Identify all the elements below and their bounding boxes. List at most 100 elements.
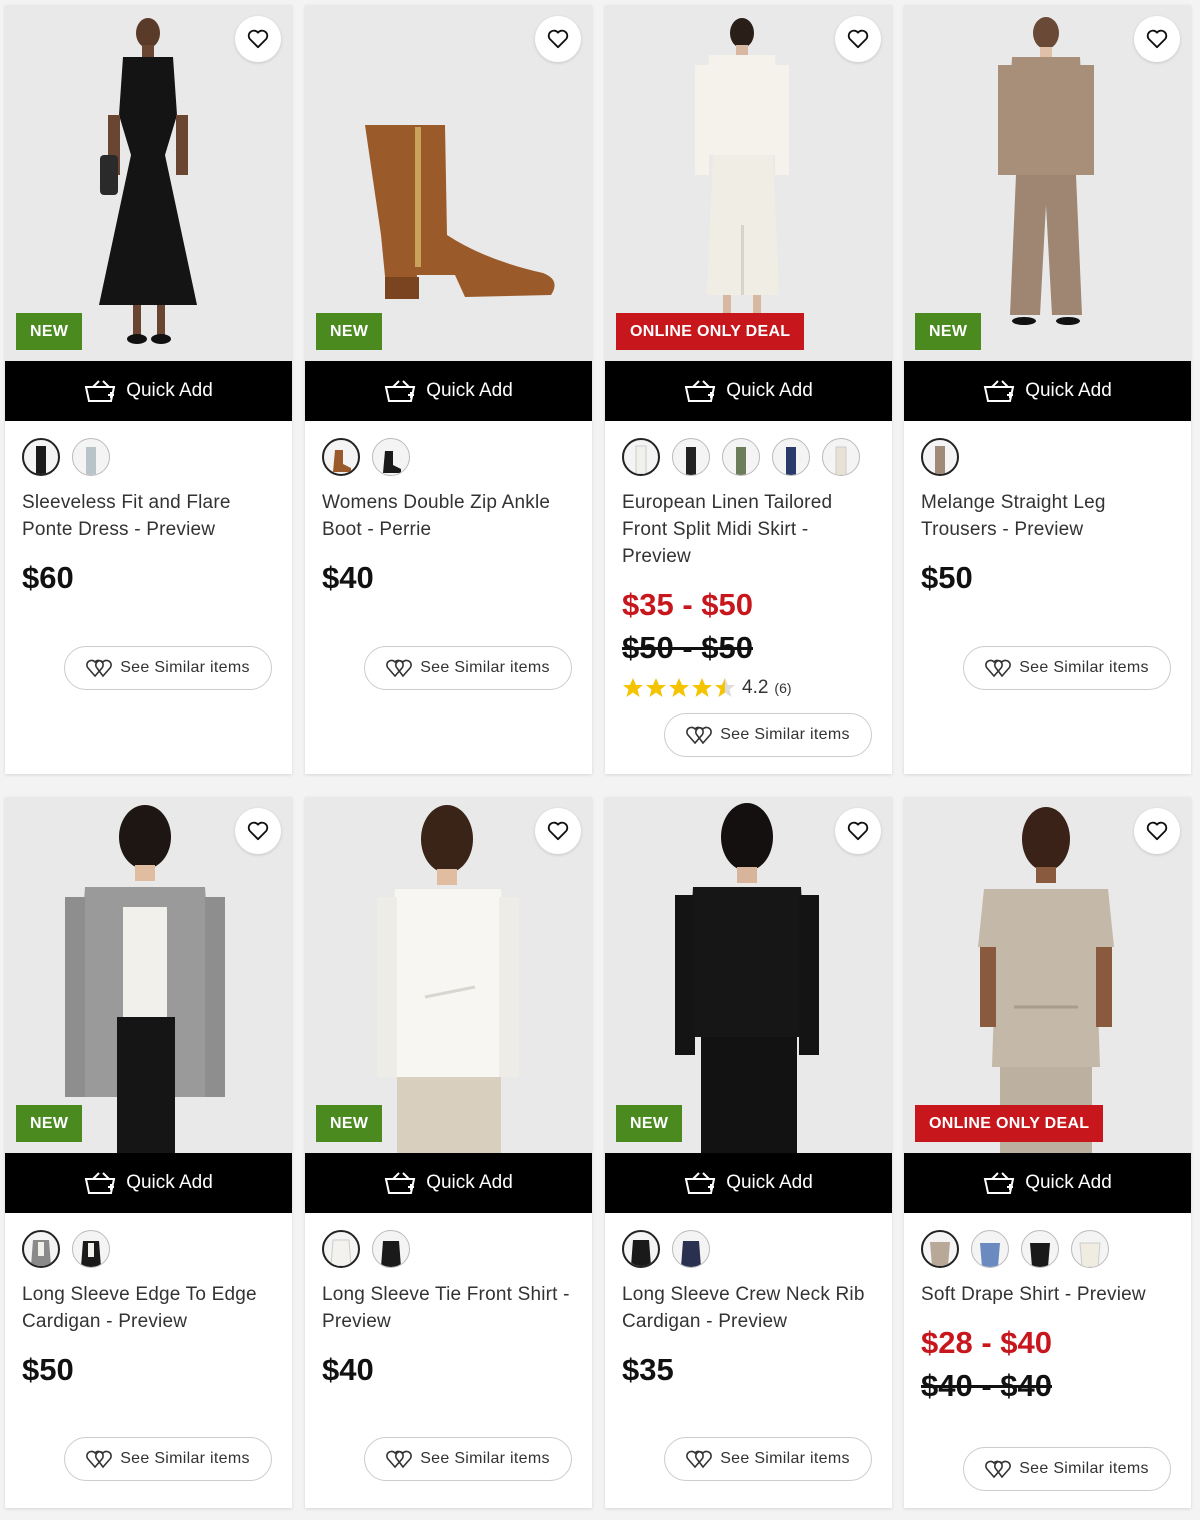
color-swatch[interactable] — [971, 1230, 1009, 1268]
product-image[interactable]: NEW — [904, 5, 1191, 361]
see-similar-button[interactable]: See Similar items — [64, 1437, 272, 1481]
heart-icon — [1146, 29, 1168, 49]
color-swatch[interactable] — [372, 438, 410, 476]
product-image[interactable]: NEW — [305, 797, 592, 1153]
quick-add-button[interactable]: Quick Add — [5, 1153, 292, 1213]
product-title[interactable]: Soft Drape Shirt - Preview — [921, 1281, 1176, 1308]
rating-count[interactable]: (6) — [774, 680, 791, 696]
see-similar-button[interactable]: See Similar items — [664, 713, 872, 757]
product-title[interactable]: Womens Double Zip Ankle Boot - Perrie — [322, 489, 577, 543]
heart-icon — [247, 821, 269, 841]
basket-icon — [384, 1172, 416, 1194]
product-card[interactable]: ONLINE ONLY DEAL Quick Add European Line… — [605, 5, 892, 774]
quick-add-button[interactable]: Quick Add — [305, 361, 592, 421]
color-swatches — [22, 1230, 122, 1268]
product-card[interactable]: NEW Quick Add Long Sleeve Crew Neck Rib … — [605, 797, 892, 1508]
see-similar-button[interactable]: See Similar items — [364, 1437, 572, 1481]
color-swatch[interactable] — [322, 1230, 360, 1268]
product-title[interactable]: Melange Straight Leg Trousers - Preview — [921, 489, 1176, 543]
see-similar-button[interactable]: See Similar items — [364, 646, 572, 690]
product-card[interactable]: NEW Quick Add Womens Double Zip Ankle Bo… — [305, 5, 592, 774]
wishlist-button[interactable] — [235, 16, 281, 62]
see-similar-button[interactable]: See Similar items — [664, 1437, 872, 1481]
color-swatch[interactable] — [1021, 1230, 1059, 1268]
wishlist-button[interactable] — [835, 808, 881, 854]
color-swatches — [322, 1230, 422, 1268]
heart-icon — [547, 29, 569, 49]
quick-add-button[interactable]: Quick Add — [904, 361, 1191, 421]
wishlist-button[interactable] — [1134, 808, 1180, 854]
color-swatch[interactable] — [1071, 1230, 1109, 1268]
product-image[interactable]: ONLINE ONLY DEAL — [605, 5, 892, 361]
product-card[interactable]: NEW Quick Add Long Sleeve Tie Front Shir… — [305, 797, 592, 1508]
wishlist-button[interactable] — [535, 808, 581, 854]
product-title[interactable]: Long Sleeve Tie Front Shirt - Preview — [322, 1281, 577, 1335]
product-image[interactable]: NEW — [5, 797, 292, 1153]
product-card[interactable]: ONLINE ONLY DEAL Quick Add Soft Drape Sh… — [904, 797, 1191, 1508]
color-swatches — [921, 1230, 1121, 1268]
product-rating: 4.2 (6) — [622, 677, 792, 699]
wishlist-button[interactable] — [535, 16, 581, 62]
product-price: $60 — [22, 560, 74, 595]
basket-icon — [983, 380, 1015, 402]
product-title[interactable]: Sleeveless Fit and Flare Ponte Dress - P… — [22, 489, 277, 543]
color-swatch[interactable] — [822, 438, 860, 476]
color-swatch[interactable] — [921, 438, 959, 476]
quick-add-label: Quick Add — [426, 380, 513, 401]
product-card[interactable]: NEW Quick Add Sleeveless Fit and Flare P… — [5, 5, 292, 774]
color-swatches — [622, 438, 872, 476]
original-price: $40 - $40 — [921, 1368, 1052, 1403]
quick-add-label: Quick Add — [126, 1172, 213, 1193]
color-swatch[interactable] — [772, 438, 810, 476]
basket-icon — [84, 380, 116, 402]
product-title[interactable]: European Linen Tailored Front Split Midi… — [622, 489, 877, 570]
similar-hearts-icon — [985, 1460, 1012, 1479]
quick-add-label: Quick Add — [726, 1172, 813, 1193]
rating-value: 4.2 — [742, 677, 769, 698]
color-swatch[interactable] — [672, 1230, 710, 1268]
wishlist-button[interactable] — [235, 808, 281, 854]
color-swatch[interactable] — [672, 438, 710, 476]
color-swatch[interactable] — [921, 1230, 959, 1268]
basket-icon — [684, 1172, 716, 1194]
similar-hearts-icon — [386, 659, 413, 678]
wishlist-button[interactable] — [835, 16, 881, 62]
product-image[interactable]: NEW — [305, 5, 592, 361]
product-title[interactable]: Long Sleeve Edge To Edge Cardigan - Prev… — [22, 1281, 277, 1335]
see-similar-label: See Similar items — [120, 1450, 250, 1467]
product-image[interactable]: NEW — [5, 5, 292, 361]
heart-icon — [847, 821, 869, 841]
color-swatch[interactable] — [22, 438, 60, 476]
product-card[interactable]: NEW Quick Add Melange Straight Leg Trous… — [904, 5, 1191, 774]
color-swatch[interactable] — [722, 438, 760, 476]
color-swatch[interactable] — [22, 1230, 60, 1268]
product-image[interactable]: NEW — [605, 797, 892, 1153]
quick-add-button[interactable]: Quick Add — [605, 361, 892, 421]
heart-icon — [547, 821, 569, 841]
product-card[interactable]: NEW Quick Add Long Sleeve Edge To Edge C… — [5, 797, 292, 1508]
new-badge: NEW — [16, 1105, 83, 1142]
quick-add-button[interactable]: Quick Add — [605, 1153, 892, 1213]
quick-add-button[interactable]: Quick Add — [904, 1153, 1191, 1213]
color-swatch[interactable] — [72, 438, 110, 476]
see-similar-button[interactable]: See Similar items — [963, 1447, 1171, 1491]
quick-add-button[interactable]: Quick Add — [305, 1153, 592, 1213]
see-similar-label: See Similar items — [1019, 659, 1149, 676]
see-similar-label: See Similar items — [1019, 1460, 1149, 1477]
color-swatch[interactable] — [372, 1230, 410, 1268]
color-swatches — [22, 438, 122, 476]
color-swatch[interactable] — [622, 1230, 660, 1268]
product-image[interactable]: ONLINE ONLY DEAL — [904, 797, 1191, 1153]
quick-add-button[interactable]: Quick Add — [5, 361, 292, 421]
product-title[interactable]: Long Sleeve Crew Neck Rib Cardigan - Pre… — [622, 1281, 877, 1335]
new-badge: NEW — [616, 1105, 683, 1142]
color-swatch[interactable] — [322, 438, 360, 476]
see-similar-button[interactable]: See Similar items — [64, 646, 272, 690]
see-similar-button[interactable]: See Similar items — [963, 646, 1171, 690]
similar-hearts-icon — [686, 1450, 713, 1469]
wishlist-button[interactable] — [1134, 16, 1180, 62]
heart-icon — [1146, 821, 1168, 841]
color-swatch[interactable] — [622, 438, 660, 476]
new-badge: NEW — [316, 1105, 383, 1142]
color-swatch[interactable] — [72, 1230, 110, 1268]
